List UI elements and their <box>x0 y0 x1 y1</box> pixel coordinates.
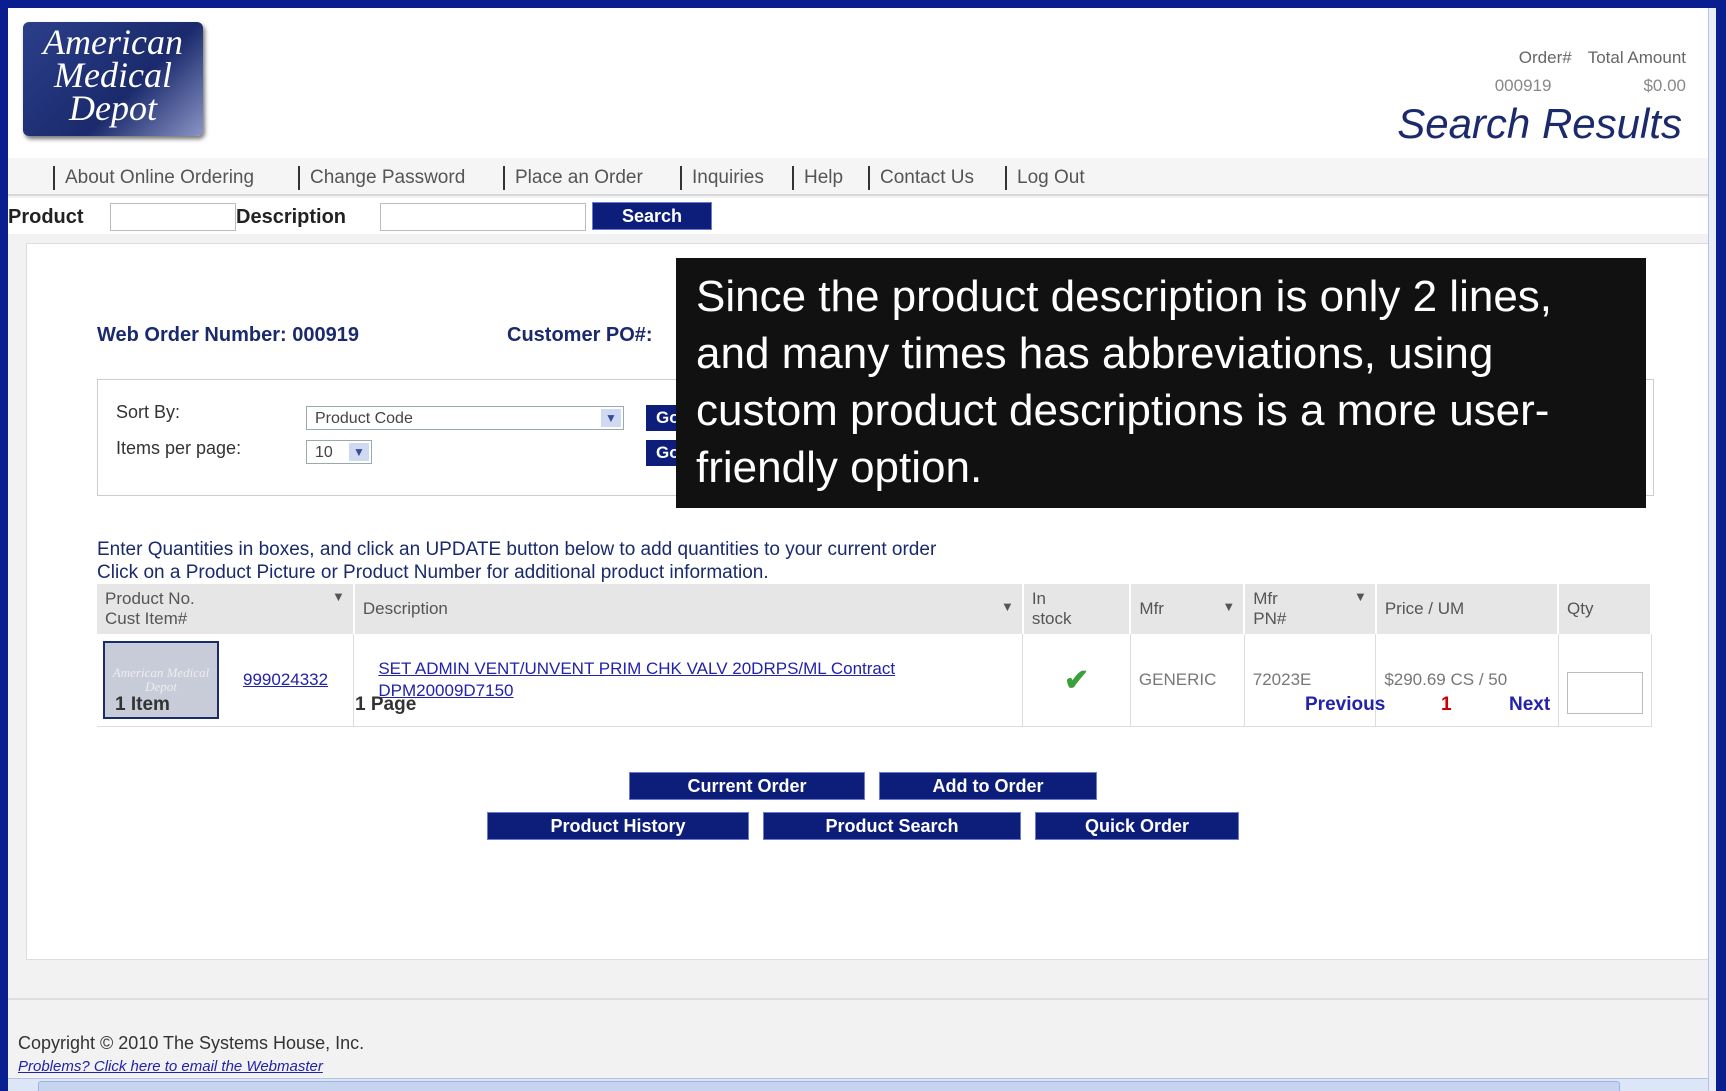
nav-contact-us[interactable]: Contact Us <box>868 166 974 190</box>
page-title: Search Results <box>1397 100 1682 147</box>
total-amount-label: Total Amount <box>1587 48 1686 67</box>
header-label: Product No. <box>105 589 195 608</box>
product-description-link[interactable]: SET ADMIN VENT/UNVENT PRIM CHK VALV 20DR… <box>362 658 1014 702</box>
footer-divider <box>8 998 1716 1000</box>
web-order-number: Web Order Number: 000919 <box>97 324 359 346</box>
total-amount: $0.00 <box>1643 76 1686 95</box>
webmaster-email-link[interactable]: Problems? Click here to email the Webmas… <box>18 1058 323 1075</box>
next-page-link[interactable]: Next <box>1509 694 1550 716</box>
sort-by-label: Sort By: <box>116 402 181 422</box>
product-search-button[interactable]: Product Search <box>763 812 1021 840</box>
header-label: In <box>1031 589 1047 608</box>
logo-line: Depot <box>69 88 157 128</box>
header-label: Mfr <box>1139 599 1164 618</box>
in-stock-check-icon: ✔ <box>1064 663 1090 697</box>
column-mfr[interactable]: ▼ Mfr <box>1130 584 1246 634</box>
nav-inquiries[interactable]: Inquiries <box>680 166 764 190</box>
scrollbar-thumb[interactable] <box>38 1081 1620 1091</box>
column-qty: Qty <box>1558 584 1652 634</box>
items-per-page-label: Items per page: <box>116 438 242 458</box>
order-number: 000919 <box>1494 76 1552 95</box>
chevron-down-icon: ▼ <box>601 409 621 427</box>
current-page-number[interactable]: 1 <box>1441 694 1452 716</box>
column-description[interactable]: ▼ Description <box>353 584 1024 634</box>
quick-order-button[interactable]: Quick Order <box>1035 812 1239 840</box>
column-mfr-pn[interactable]: ▼ Mfr PN# <box>1244 584 1377 634</box>
order-label: Order# <box>1518 48 1572 67</box>
page-count: 1 Page <box>355 694 417 715</box>
column-in-stock: In stock <box>1022 584 1132 634</box>
table-header-row: ▼ Product No. Cust Item# ▼ Description I… <box>97 584 1652 634</box>
instructions-line: Click on a Product Picture or Product Nu… <box>97 562 769 583</box>
table-row: American Medical Depot 999024332 SET ADM… <box>97 634 1652 727</box>
annotation-callout: Since the product description is only 2 … <box>676 258 1646 508</box>
items-per-page-select[interactable]: 10 ▼ <box>306 440 372 464</box>
results-table: ▼ Product No. Cust Item# ▼ Description I… <box>97 584 1652 727</box>
nav-help[interactable]: Help <box>792 166 843 190</box>
vertical-scrollbar[interactable] <box>1708 8 1716 1091</box>
product-number-link[interactable]: 999024332 <box>243 670 328 690</box>
header-label: PN# <box>1253 609 1287 628</box>
current-order-button[interactable]: Current Order <box>629 772 865 800</box>
header-label: Description <box>362 599 448 618</box>
nav-about-online-ordering[interactable]: About Online Ordering <box>53 166 254 190</box>
customer-po-label: Customer PO#: <box>507 324 653 346</box>
instructions-line: Enter Quantities in boxes, and click an … <box>97 539 937 560</box>
header-label: Mfr <box>1253 589 1278 608</box>
horizontal-scrollbar[interactable] <box>8 1078 1708 1091</box>
sort-arrow-icon: ▼ <box>1000 599 1014 614</box>
copyright-text: Copyright © 2010 The Systems House, Inc. <box>18 1033 365 1053</box>
sort-by-select[interactable]: Product Code ▼ <box>306 406 624 430</box>
nav-log-out[interactable]: Log Out <box>1005 166 1085 190</box>
mfr-value: GENERIC <box>1130 634 1245 727</box>
search-bar: Product Description Search <box>8 198 1716 234</box>
sort-arrow-icon: ▼ <box>1222 599 1236 614</box>
items-per-page-value: 10 <box>315 444 333 461</box>
product-search-input[interactable] <box>110 203 236 231</box>
order-summary: Order# Total Amount 000919 $0.00 <box>1495 48 1686 96</box>
add-to-order-button[interactable]: Add to Order <box>879 772 1097 800</box>
previous-page-link[interactable]: Previous <box>1305 694 1385 716</box>
sort-by-value: Product Code <box>315 410 413 427</box>
header: American Medical Depot Order# Total Amou… <box>8 8 1716 158</box>
nav-place-an-order[interactable]: Place an Order <box>503 166 643 190</box>
nav-change-password[interactable]: Change Password <box>298 166 465 190</box>
company-logo[interactable]: American Medical Depot <box>23 22 203 136</box>
page: American Medical Depot Order# Total Amou… <box>8 8 1716 1091</box>
description-search-label: Description <box>236 206 347 228</box>
column-price: Price / UM <box>1375 584 1560 634</box>
item-count: 1 Item <box>115 694 170 715</box>
sort-arrow-icon: ▼ <box>1353 589 1367 604</box>
chevron-down-icon: ▼ <box>349 443 369 461</box>
product-search-label: Product <box>8 206 84 228</box>
product-history-button[interactable]: Product History <box>487 812 749 840</box>
main-nav: About Online Ordering Change Password Pl… <box>8 158 1716 196</box>
description-search-input[interactable] <box>380 203 586 231</box>
column-product-no[interactable]: ▼ Product No. Cust Item# <box>97 584 355 634</box>
quantity-input[interactable] <box>1566 672 1643 714</box>
header-label: Cust Item# <box>105 609 188 628</box>
header-label: stock <box>1031 609 1072 628</box>
sort-arrow-icon: ▼ <box>331 589 345 604</box>
search-button[interactable]: Search <box>592 202 712 230</box>
